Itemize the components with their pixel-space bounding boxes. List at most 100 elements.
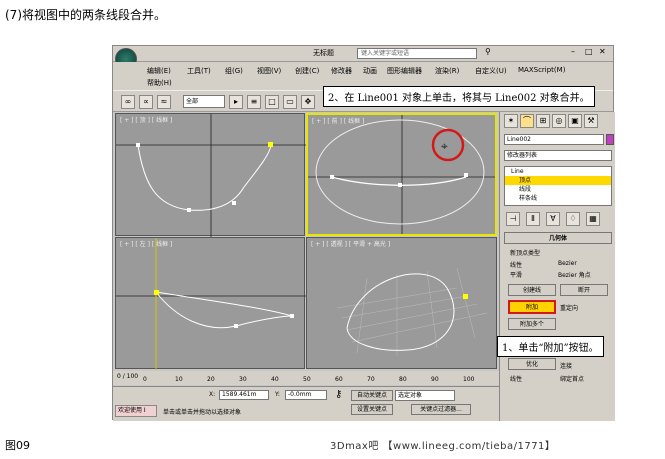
svg-text:⌖: ⌖ <box>441 139 448 153</box>
menu-modifiers[interactable]: 修改器 <box>331 66 352 76</box>
reorient-checkbox[interactable]: 重定向 <box>560 303 578 312</box>
display-tab-icon[interactable]: ▣ <box>568 114 582 128</box>
stack-item-line[interactable]: Line <box>505 167 611 176</box>
footer-watermark: 3Dmax吧 【www.lineeg.com/tieba/1771】 <box>330 441 556 452</box>
viewport-front-canvas: ⌖ <box>308 115 495 234</box>
tick-label: 100 <box>463 376 475 383</box>
hierarchy-tab-icon[interactable]: ⊞ <box>536 114 550 128</box>
figure-label: 图09 <box>5 439 30 452</box>
viewport-top-canvas <box>116 114 306 237</box>
selected-objects-dropdown[interactable]: 选定对象 <box>395 390 455 401</box>
tick-label: 60 <box>335 376 343 383</box>
x-label: X: <box>209 391 216 398</box>
attach-button[interactable]: 附加 <box>508 300 556 314</box>
radio-bezier-corner[interactable]: Bezier 角点 <box>558 270 591 279</box>
selection-filter-dropdown[interactable]: 全部 <box>183 95 225 108</box>
menu-tools[interactable]: 工具(T) <box>187 66 211 76</box>
highlight-circle <box>431 128 465 162</box>
modifier-stack[interactable]: Line 顶点 线段 样条线 <box>504 166 612 206</box>
move-icon[interactable]: ✥ <box>301 95 315 109</box>
menu-graph-editors[interactable]: 图形编辑器 <box>387 66 422 76</box>
track-bar[interactable]: 0 10 20 30 40 50 60 70 80 90 100 <box>143 376 493 386</box>
minimize-icon[interactable]: – <box>571 47 575 56</box>
menu-views[interactable]: 视图(V) <box>257 66 281 76</box>
make-unique-icon[interactable]: ∀ <box>546 212 560 226</box>
y-coordinate-field[interactable]: -0.0mm <box>285 390 327 400</box>
auto-key-button[interactable]: 自动关键点 <box>351 390 393 401</box>
viewport-perspective[interactable]: [ + ] [ 透视 ] [ 平滑 + 高光 ] <box>306 237 497 369</box>
refine-button[interactable]: 优化 <box>508 358 556 370</box>
pin-stack-icon[interactable]: ⊣ <box>506 212 520 226</box>
viewport-front[interactable]: [ + ] [ 前 ] [ 线框 ] ⌖ <box>306 113 497 236</box>
create-line-button[interactable]: 创建线 <box>508 284 556 296</box>
modify-tab-icon[interactable]: ⌒ <box>520 114 534 128</box>
menu-customize[interactable]: 自定义(U) <box>475 66 507 76</box>
search-input[interactable]: 键入关键字或短语 <box>357 48 477 59</box>
tick-label: 80 <box>399 376 407 383</box>
menu-create[interactable]: 创建(C) <box>295 66 319 76</box>
tick-label: 30 <box>239 376 247 383</box>
modifier-list-dropdown[interactable]: 修改器列表 <box>504 150 612 161</box>
object-color-swatch[interactable] <box>606 134 614 145</box>
stack-item-vertex[interactable]: 顶点 <box>505 176 611 185</box>
radio-bezier[interactable]: Bezier <box>558 260 577 267</box>
select-object-icon[interactable]: ▸ <box>229 95 243 109</box>
tick-label: 0 <box>143 376 147 383</box>
menu-animation[interactable]: 动画 <box>363 66 377 76</box>
status-prompt: 单击或单击并拖动以选择对象 <box>163 409 242 416</box>
instruction-callout-1: 1、单击“附加”按钮。 <box>497 336 604 357</box>
tick-label: 90 <box>431 376 439 383</box>
select-by-name-icon[interactable]: ≡ <box>247 95 261 109</box>
bind-first-checkbox[interactable]: 绑定首点 <box>560 374 584 383</box>
y-label: Y: <box>275 391 280 398</box>
title-bar: 无标题 键入关键字或短语 ⚲ – □ ✕ <box>113 46 613 62</box>
attach-multiple-button[interactable]: 附加多个 <box>508 318 556 330</box>
object-name-field[interactable]: Line002 <box>504 134 604 145</box>
link-icon[interactable]: ∞ <box>121 95 135 109</box>
tick-label: 20 <box>207 376 215 383</box>
menu-maxscript[interactable]: MAXScript(M) <box>518 66 565 74</box>
instruction-callout-2: 2、在 Line001 对象上单击，将其与 Line002 对象合并。 <box>323 86 595 107</box>
set-key-button[interactable]: 设置关键点 <box>351 404 393 415</box>
viewport-top[interactable]: [ + ] [ 顶 ] [ 线框 ] <box>115 113 306 237</box>
bind-spacewarp-icon[interactable]: ≈ <box>157 95 171 109</box>
close-icon[interactable]: ✕ <box>599 47 606 56</box>
binoculars-icon[interactable]: ⚲ <box>485 47 491 56</box>
key-filters-button[interactable]: 关键点过滤器... <box>411 404 471 415</box>
menu-rendering[interactable]: 渲染(R) <box>435 66 459 76</box>
linear-checkbox[interactable]: 线性 <box>510 374 522 383</box>
unlink-icon[interactable]: ∝ <box>139 95 153 109</box>
menu-group[interactable]: 组(G) <box>225 66 243 76</box>
tick-label: 10 <box>175 376 183 383</box>
connect-checkbox[interactable]: 连接 <box>560 361 572 370</box>
command-panel: ✶ ⌒ ⊞ ◎ ▣ ⚒ Line002 修改器列表 Line 顶点 线段 样条线… <box>499 112 615 421</box>
status-bar: 欢迎使用 I 单击或单击并拖动以选择对象 X: 1589.461m Y: -0.… <box>113 386 499 421</box>
new-vertex-type-label: 新顶点类型 <box>510 250 541 257</box>
rectangular-selection-icon[interactable]: □ <box>265 95 279 109</box>
key-icon[interactable]: ⚷ <box>335 389 342 400</box>
maximize-icon[interactable]: □ <box>585 47 593 56</box>
radio-smooth[interactable]: 平滑 <box>510 270 522 279</box>
motion-tab-icon[interactable]: ◎ <box>552 114 566 128</box>
stack-item-segment[interactable]: 线段 <box>505 185 611 194</box>
welcome-label: 欢迎使用 I <box>115 405 157 417</box>
stack-item-spline[interactable]: 样条线 <box>505 194 611 203</box>
caption: (7)将视图中的两条线段合并。 <box>5 8 166 22</box>
menu-edit[interactable]: 编辑(E) <box>147 66 171 76</box>
break-button[interactable]: 断开 <box>560 284 608 296</box>
viewport-left[interactable]: [ + ] [ 左 ] [ 线框 ] <box>115 237 306 370</box>
remove-modifier-icon[interactable]: ♢ <box>566 212 580 226</box>
utilities-tab-icon[interactable]: ⚒ <box>584 114 598 128</box>
x-coordinate-field[interactable]: 1589.461m <box>219 390 269 400</box>
viewport-left-canvas <box>116 238 306 370</box>
frame-counter: 0 / 100 <box>117 373 139 380</box>
radio-linear[interactable]: 线性 <box>510 260 522 269</box>
show-end-result-icon[interactable]: Ⅱ <box>526 212 540 226</box>
3dsmax-window: 无标题 键入关键字或短语 ⚲ – □ ✕ 编辑(E) 工具(T) 组(G) 视图… <box>112 45 615 421</box>
window-crossing-icon[interactable]: ▭ <box>283 95 297 109</box>
configure-sets-icon[interactable]: ▦ <box>586 212 600 226</box>
viewport-perspective-canvas <box>336 267 488 356</box>
geometry-rollout-title[interactable]: 几何体 <box>504 232 612 244</box>
create-tab-icon[interactable]: ✶ <box>504 114 518 128</box>
menu-help[interactable]: 帮助(H) <box>147 78 172 88</box>
